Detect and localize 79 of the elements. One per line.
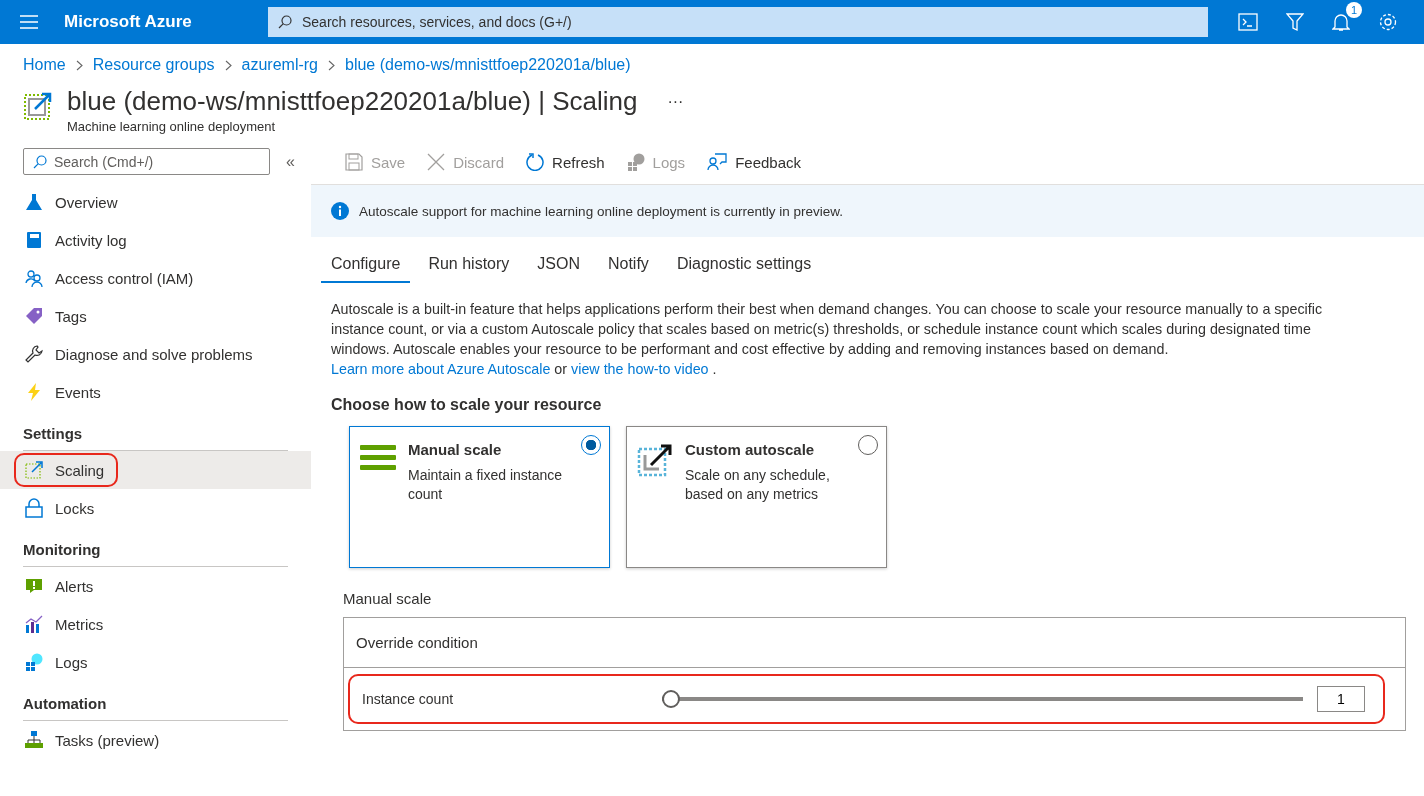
- chevron-right-icon: [224, 59, 232, 71]
- global-search-field[interactable]: Search resources, services, and docs (G+/): [268, 7, 1208, 37]
- notification-badge: 1: [1346, 2, 1362, 18]
- page-subtitle: Machine learning online deployment: [67, 119, 277, 134]
- sidebar-item[interactable]: Activity log: [0, 221, 311, 259]
- alert-icon: [25, 578, 43, 594]
- sidebar-item[interactable]: Alerts: [0, 567, 311, 605]
- terminal-icon[interactable]: [1238, 13, 1258, 31]
- breadcrumb-link[interactable]: Home: [23, 56, 66, 74]
- menu-icon[interactable]: [20, 15, 38, 29]
- lightning-icon: [25, 383, 43, 401]
- field-label: Instance count: [362, 691, 455, 707]
- description-text: Autoscale is a built-in feature that helps applications perform their best when demand changes. You can choose to scale your resource manually to a specific instance count, or via a custom Autoscale policy that scales based on metric(s) thresholds, or schedule instance count which scales during designated time windows. Autoscale enables your resource to be performant and cost effective by adding and removing instances based on demand. Learn more about Azure Autoscale or view the how-to video .: [331, 300, 1324, 379]
- slider-thumb[interactable]: [662, 690, 680, 708]
- chevron-right-icon: [328, 59, 335, 71]
- brand-name[interactable]: Microsoft Azure: [64, 12, 268, 32]
- users-icon: [25, 269, 43, 287]
- page-title: blue (demo-ws/mnisttfoep220201a/blue) | Scaling: [67, 86, 638, 117]
- sidebar-item[interactable]: Locks: [0, 489, 311, 527]
- info-icon: [331, 202, 349, 220]
- option-description: Scale on any schedule, based on any metrics: [685, 466, 831, 504]
- help-link[interactable]: Learn more about Azure Autoscale: [331, 361, 551, 377]
- search-icon: [33, 154, 47, 169]
- tab[interactable]: Notify: [597, 249, 659, 283]
- tab[interactable]: JSON: [527, 249, 590, 283]
- option-title: Custom autoscale: [685, 441, 816, 458]
- close-icon: [427, 153, 446, 171]
- condition-title: Override condition: [344, 618, 1405, 668]
- sidebar-item[interactable]: Scaling: [0, 451, 311, 489]
- sidebar-item[interactable]: Tasks (preview): [0, 721, 311, 759]
- section-label: Manual scale: [343, 590, 433, 607]
- lock-icon: [25, 498, 43, 518]
- breadcrumb-link[interactable]: blue (demo-ws/mnisttfoep220201a/blue): [345, 56, 631, 74]
- logs-icon: [25, 653, 43, 671]
- sidebar-item[interactable]: Tags: [0, 297, 311, 335]
- collapse-button[interactable]: «: [286, 152, 295, 171]
- sidebar-item[interactable]: Metrics: [0, 605, 311, 643]
- sidebar-item[interactable]: Events: [0, 373, 311, 411]
- refresh-button[interactable]: Refresh: [524, 151, 607, 173]
- filter-icon[interactable]: [1286, 12, 1304, 32]
- instance-count-field[interactable]: 1: [1317, 686, 1365, 712]
- radio-button[interactable]: [581, 435, 601, 455]
- feedback-icon: [707, 153, 728, 171]
- tab[interactable]: Run history: [418, 249, 520, 283]
- tab[interactable]: Diagnostic settings: [666, 249, 822, 283]
- more-options[interactable]: ···: [667, 92, 684, 111]
- option-title: Manual scale: [408, 441, 503, 458]
- help-link[interactable]: view the how-to video: [571, 361, 709, 377]
- logs-icon: [626, 153, 645, 171]
- section-heading: Automation: [23, 695, 288, 721]
- tag-icon: [25, 307, 43, 325]
- scale-option-card[interactable]: Manual scale Maintain a fixed instance count: [349, 426, 610, 568]
- bars-icon: [360, 443, 396, 471]
- bell-icon[interactable]: [1332, 12, 1350, 32]
- sidebar-item[interactable]: Overview: [0, 183, 311, 221]
- refresh-icon: [526, 153, 545, 171]
- section-heading: Monitoring: [23, 541, 288, 567]
- sidebar-item[interactable]: Diagnose and solve problems: [0, 335, 311, 373]
- sidebar-item[interactable]: Logs: [0, 643, 311, 681]
- chevron-right-icon: [75, 59, 83, 71]
- scaling-icon: [25, 461, 43, 479]
- menu-search-field[interactable]: Search (Cmd+/): [23, 148, 270, 175]
- flask-icon: [25, 193, 43, 211]
- book-icon: [25, 231, 43, 249]
- scaling-icon: [637, 443, 673, 479]
- search-icon: [278, 15, 292, 29]
- info-message: Autoscale support for machine learning online deployment is currently in preview.: [359, 203, 843, 219]
- breadcrumb-link[interactable]: Resource groups: [92, 56, 215, 74]
- sidebar-item[interactable]: Access control (IAM): [0, 259, 311, 297]
- breadcrumb-link[interactable]: azureml-rg: [241, 56, 318, 74]
- hierarchy-icon: [25, 731, 43, 749]
- scale-option-card[interactable]: Custom autoscale Scale on any schedule, based on any metrics: [626, 426, 887, 568]
- tab[interactable]: Configure: [321, 249, 411, 283]
- feedback-button[interactable]: Feedback: [705, 151, 803, 173]
- section-heading: Choose how to scale your resource: [331, 396, 603, 414]
- settings-icon[interactable]: [1378, 12, 1398, 32]
- wrench-icon: [25, 345, 43, 363]
- bar-chart-icon: [25, 615, 43, 633]
- option-description: Maintain a fixed instance count: [408, 466, 564, 504]
